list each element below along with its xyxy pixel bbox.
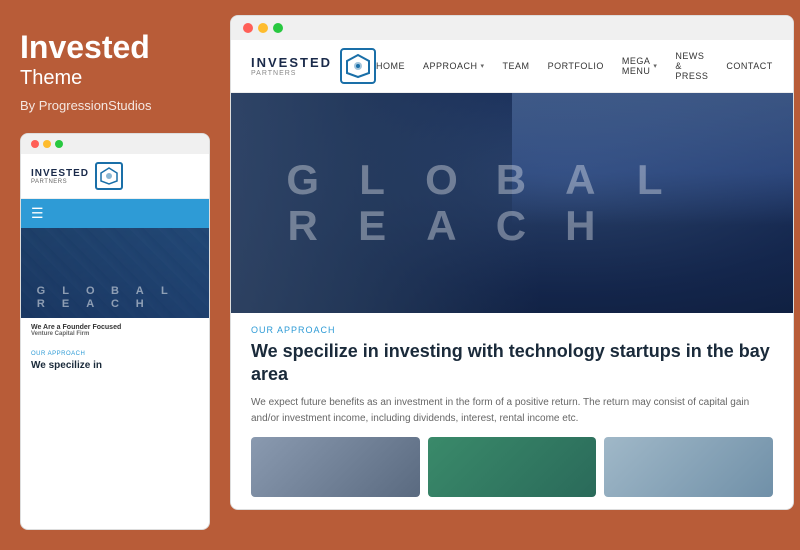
portfolio-image-1	[251, 437, 420, 497]
mobile-hero-letter-blank3	[177, 298, 201, 310]
nav-item-team[interactable]: TEAM	[503, 61, 530, 71]
mobile-logo: INVESTED PARTNERS	[31, 162, 123, 190]
mobile-hero: G L O B A L R E A C H	[21, 228, 209, 318]
mobile-hero-text: G L O B A L R E A C H	[29, 285, 201, 310]
hero-letter-b: B	[479, 159, 544, 201]
mobile-preview-card: INVESTED PARTNERS ☰ G L O B	[20, 133, 210, 530]
hero-letter-blank3	[687, 205, 752, 247]
approach-title: We specilize in investing with technolog…	[251, 340, 773, 387]
desktop-site-header: INVESTED PARTNERS HOME APPROACH ▾ TEAM P…	[231, 40, 793, 93]
portfolio-image-3	[604, 437, 773, 497]
desktop-dot-red[interactable]	[243, 23, 253, 33]
desktop-preview-card: INVESTED PARTNERS HOME APPROACH ▾ TEAM P…	[230, 15, 794, 510]
desktop-content: OUR APPROACH We specilize in investing w…	[231, 313, 793, 509]
approach-arrow: ▾	[481, 62, 485, 70]
mobile-hero-letter-blank1	[177, 285, 201, 297]
hero-text-row2: R E A C H	[271, 205, 753, 247]
mobile-hero-letter-b: B	[103, 285, 127, 297]
desktop-logo-icon	[340, 48, 376, 84]
hamburger-icon[interactable]: ☰	[31, 205, 44, 222]
hero-letter-l: L	[340, 159, 405, 201]
nav-item-portfolio[interactable]: PORTFOLIO	[548, 61, 604, 71]
mobile-dot-yellow[interactable]	[43, 140, 51, 148]
desktop-logo-text: INVESTED	[251, 55, 332, 70]
mobile-hero-letter-c: C	[103, 298, 127, 310]
hero-letter-l: L	[618, 159, 683, 201]
nav-item-approach[interactable]: APPROACH ▾	[423, 61, 485, 71]
desktop-hero-text: G L O B A L R E A C H	[231, 93, 793, 313]
mobile-hero-letter-o: O	[78, 285, 102, 297]
mobile-hero-letter-l: L	[54, 285, 78, 297]
mobile-hero-letter-l: L	[153, 285, 177, 297]
mobile-hero-letter-a: A	[128, 285, 152, 297]
mobile-hero-letter-g: G	[29, 285, 53, 297]
mega-menu-arrow: ▾	[653, 62, 657, 70]
desktop-logo: INVESTED PARTNERS	[251, 48, 376, 84]
theme-title: Invested	[20, 30, 210, 65]
portfolio-image-2	[428, 437, 597, 497]
hero-letter-h: H	[549, 205, 614, 247]
approach-body: We expect future benefits as an investme…	[251, 395, 773, 427]
mobile-dot-red[interactable]	[31, 140, 39, 148]
approach-label: OUR APPROACH	[251, 325, 773, 335]
hero-letter-blank	[687, 159, 752, 201]
mobile-site-header: INVESTED PARTNERS	[21, 154, 209, 199]
sidebar: Invested Theme By ProgressionStudios INV…	[0, 0, 230, 550]
hero-letter-c: C	[479, 205, 544, 247]
nav-item-news[interactable]: NEWS & PRESS	[675, 51, 708, 81]
main-area: INVESTED PARTNERS HOME APPROACH ▾ TEAM P…	[230, 0, 800, 550]
hero-letter-blank2	[618, 205, 683, 247]
mobile-dot-green[interactable]	[55, 140, 63, 148]
desktop-logo-sub: PARTNERS	[251, 70, 332, 77]
nav-item-mega-menu[interactable]: MEGA MENU ▾	[622, 56, 658, 76]
mobile-logo-text: INVESTED	[31, 168, 89, 179]
hero-letter-g: G	[271, 159, 336, 201]
hero-text-row1: G L O B A L	[271, 159, 753, 201]
desktop-nav: HOME APPROACH ▾ TEAM PORTFOLIO MEGA MENU…	[376, 51, 773, 81]
hero-letter-a: A	[549, 159, 614, 201]
mobile-approach-label: OUR APPROACH	[21, 343, 209, 359]
desktop-window-dots	[231, 16, 793, 40]
desktop-dot-yellow[interactable]	[258, 23, 268, 33]
desktop-hero: G L O B A L R E A C H	[231, 93, 793, 313]
theme-label: Theme	[20, 67, 210, 90]
mobile-hero-letter-r: R	[29, 298, 53, 310]
mobile-tagline: We Are a Founder Focused Venture Capital…	[21, 318, 209, 343]
hero-letter-e: E	[340, 205, 405, 247]
hero-letter-r: R	[271, 205, 336, 247]
mobile-hero-letter-e: E	[54, 298, 78, 310]
mobile-hero-letter-blank2	[153, 298, 177, 310]
hero-letter-o: O	[410, 159, 475, 201]
desktop-dot-green[interactable]	[273, 23, 283, 33]
image-row	[251, 437, 773, 497]
mobile-nav-bar[interactable]: ☰	[21, 199, 209, 228]
mobile-hero-letter-h: H	[128, 298, 152, 310]
mobile-tagline-main: We Are a Founder Focused	[31, 324, 199, 331]
hero-letter-a2: A	[410, 205, 475, 247]
nav-item-home[interactable]: HOME	[376, 61, 405, 71]
theme-author: By ProgressionStudios	[20, 98, 210, 113]
mobile-window-dots	[21, 134, 209, 154]
mobile-hero-letter-a2: A	[78, 298, 102, 310]
mobile-logo-sub: PARTNERS	[31, 179, 89, 185]
mobile-tagline-sub: Venture Capital Firm	[31, 331, 199, 337]
mobile-logo-icon	[95, 162, 123, 190]
nav-item-contact[interactable]: CONTACT	[726, 61, 772, 71]
mobile-approach-title: We specilize in	[21, 359, 209, 380]
